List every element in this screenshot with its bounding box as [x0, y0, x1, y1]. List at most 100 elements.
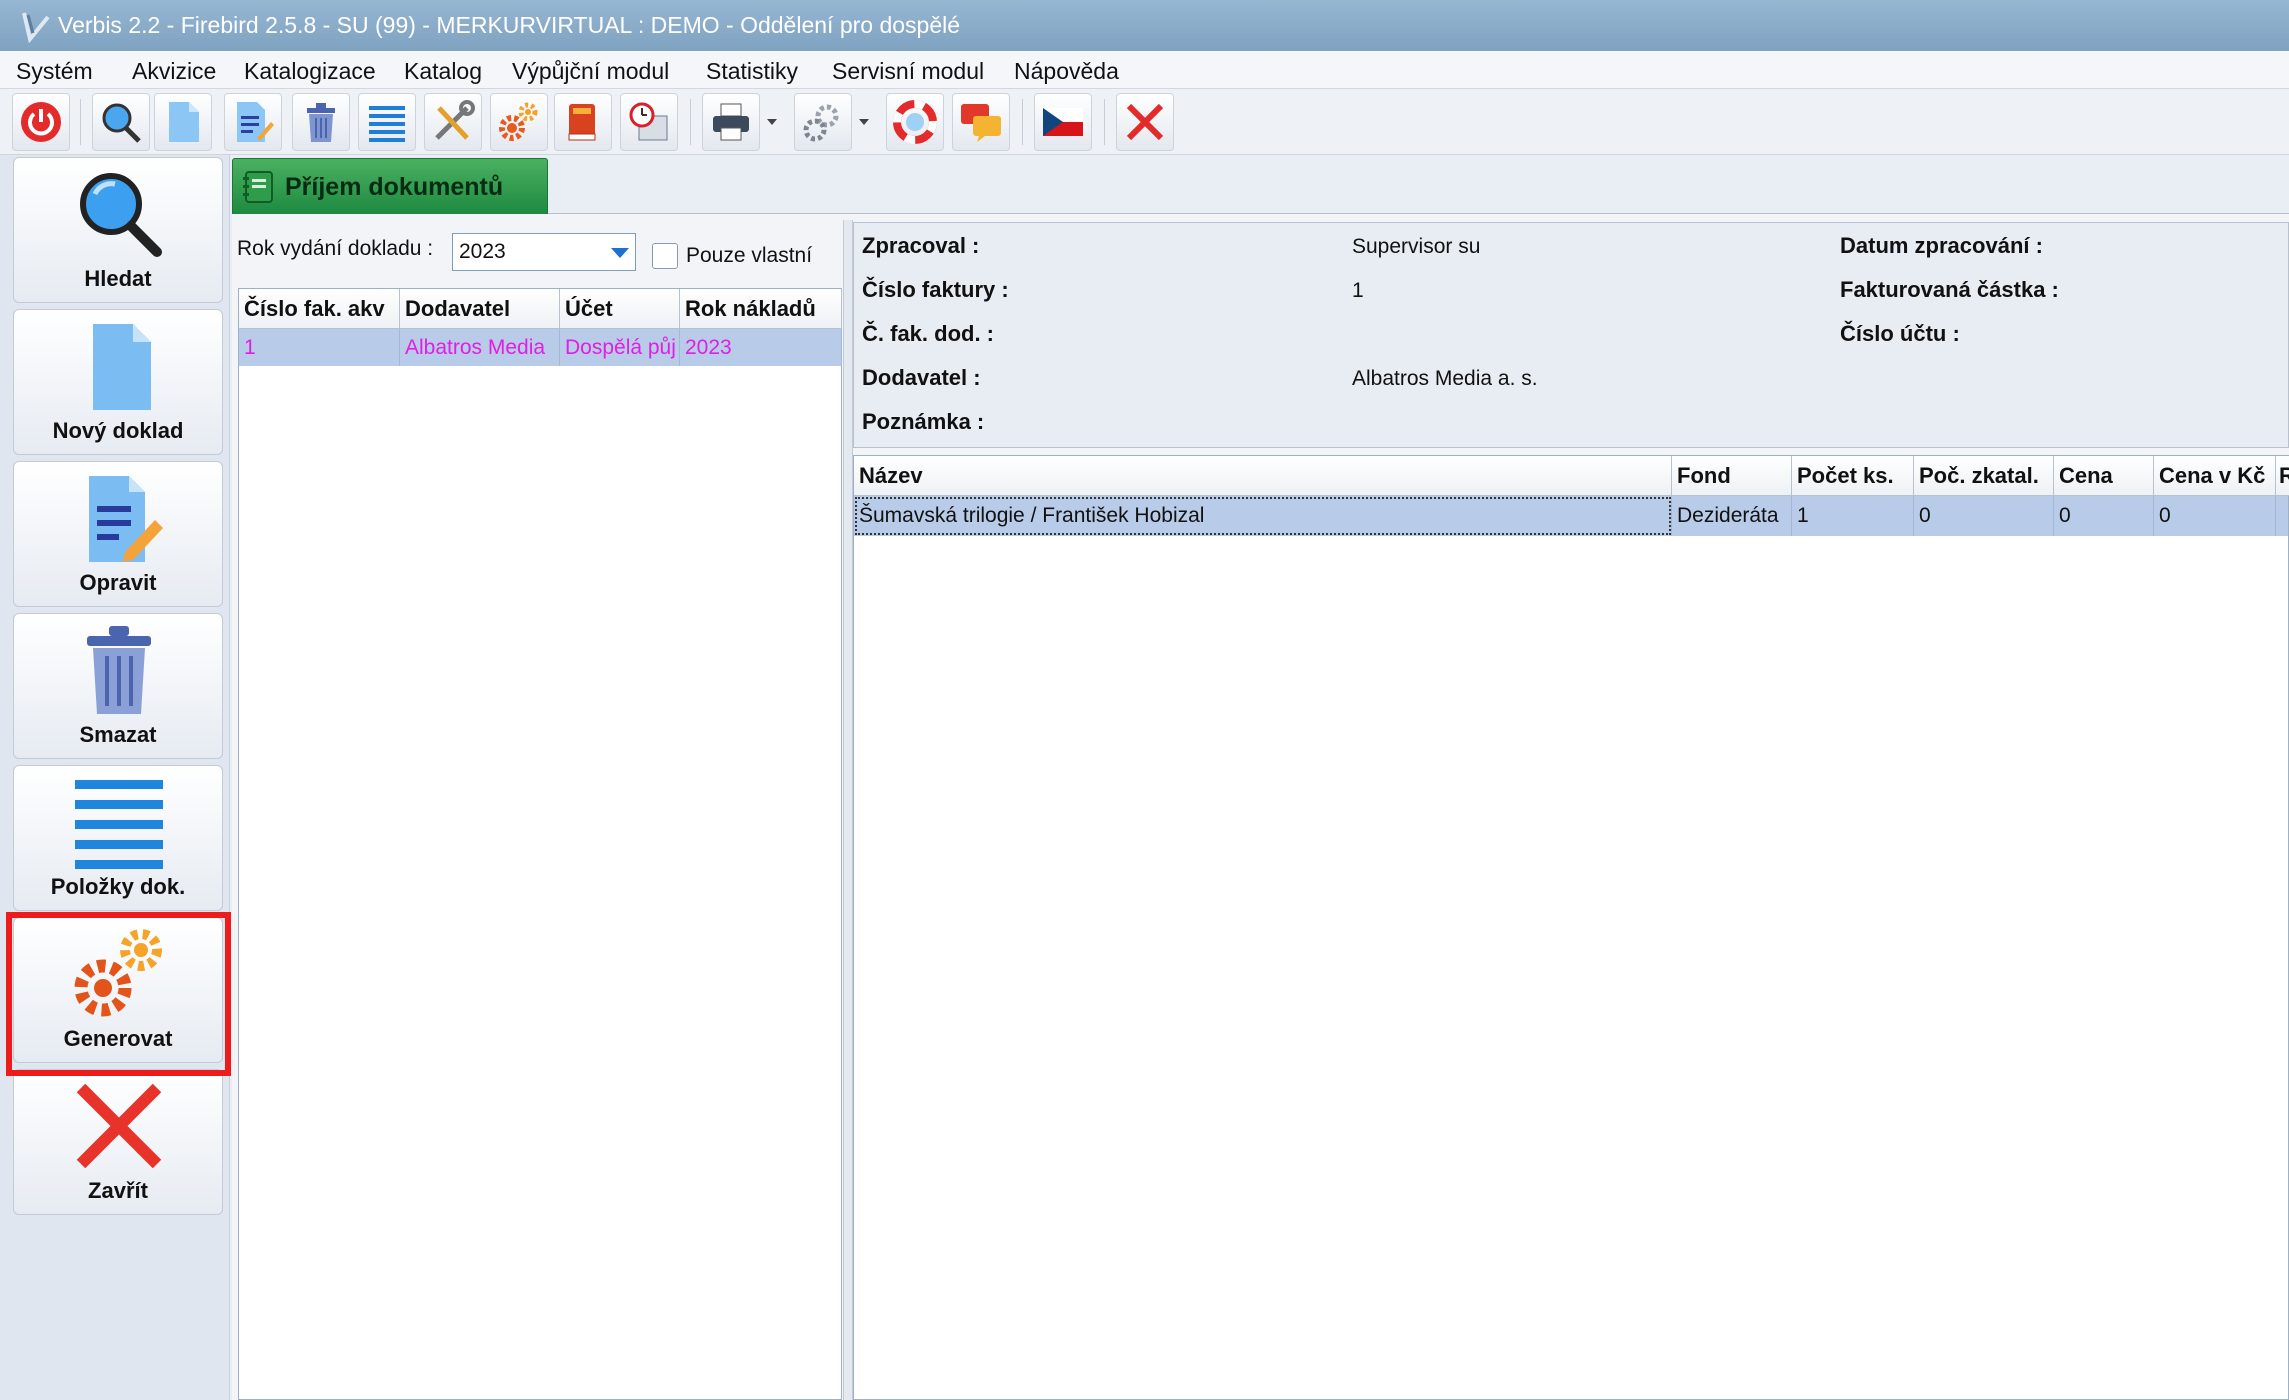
settings-gear-icon — [803, 104, 839, 142]
menu-acquisition[interactable]: Akvizice — [132, 51, 216, 89]
column-header-catalogued[interactable]: Poč. zkatal. — [1914, 456, 2054, 496]
invoice-number-value: 1 — [1352, 279, 1364, 302]
own-only-checkbox[interactable] — [652, 243, 678, 269]
document-items-table: Název Fond Počet ks. Poč. zkatal. Cena C… — [853, 455, 2289, 1400]
menu-loans[interactable]: Výpůjční modul — [512, 51, 669, 89]
column-header-account[interactable]: Účet — [560, 289, 680, 329]
table-row[interactable]: Šumavská trilogie / František Hobizal De… — [854, 496, 2288, 536]
toolbar-power-button[interactable] — [12, 93, 70, 151]
sidebar-delete-label: Smazat — [79, 722, 157, 747]
cell-supplier: Albatros Media — [400, 329, 560, 366]
invoice-table: Číslo fak. akv Dodavatel Účet Rok náklad… — [238, 288, 842, 1400]
notebook-icon — [243, 171, 273, 203]
title-bar: Verbis 2.2 - Firebird 2.5.8 - SU (99) - … — [0, 0, 2289, 51]
toolbar-settings-button[interactable] — [794, 93, 852, 151]
power-icon — [21, 102, 61, 142]
sidebar: Hledat Nový doklad Opravit Smazat Položk… — [0, 155, 230, 1400]
column-header-fund[interactable]: Fond — [1672, 456, 1792, 496]
panel-splitter[interactable] — [843, 220, 853, 1400]
processed-date-label: Datum zpracování : — [1840, 233, 2043, 258]
column-header-price-czk[interactable]: Cena v Kč — [2154, 456, 2276, 496]
tools-icon — [435, 100, 475, 140]
trash-icon — [307, 103, 335, 142]
cell-fund: Dezideráta — [1672, 496, 1792, 536]
menu-statistics[interactable]: Statistiky — [706, 51, 798, 89]
column-header-invoice-number[interactable]: Číslo fak. akv — [239, 289, 400, 329]
toolbar-close-button[interactable] — [1116, 93, 1174, 151]
sidebar-new-document-button[interactable]: Nový doklad — [13, 309, 223, 455]
supplier-invoice-label: Č. fak. dod. : — [862, 321, 994, 346]
edit-document-icon — [89, 476, 163, 562]
processed-by-label: Zpracoval : — [862, 233, 980, 258]
year-select-value: 2023 — [459, 240, 506, 263]
own-only-label: Pouze vlastní — [686, 244, 813, 267]
toolbar-tools-button[interactable] — [424, 93, 482, 151]
sidebar-close-button[interactable]: Zavřít — [13, 1069, 223, 1215]
chat-icon — [961, 104, 1001, 142]
menu-system[interactable]: Systém — [16, 51, 93, 89]
column-header-title[interactable]: Název — [854, 456, 1672, 496]
sidebar-items-label: Položky dok. — [50, 874, 186, 899]
table-row[interactable]: 1 Albatros Media Dospělá půj 2023 — [239, 329, 842, 366]
app-logo-icon — [22, 12, 50, 43]
sidebar-edit-label: Opravit — [79, 570, 157, 595]
cell-title: Šumavská trilogie / František Hobizal — [854, 496, 1672, 536]
sidebar-search-label: Hledat — [84, 266, 152, 291]
print-dropdown-button[interactable] — [762, 93, 782, 151]
edit-document-icon — [237, 102, 274, 142]
menu-catalog[interactable]: Katalog — [404, 51, 482, 89]
toolbar-messages-button[interactable] — [952, 93, 1010, 151]
toolbar-print-button[interactable] — [702, 93, 760, 151]
settings-dropdown-button[interactable] — [854, 93, 874, 151]
account-number-label: Číslo účtu : — [1840, 321, 1960, 346]
list-icon — [75, 780, 163, 869]
cell-account: Dospělá půj — [560, 329, 680, 366]
sidebar-delete-button[interactable]: Smazat — [13, 613, 223, 759]
sidebar-edit-button[interactable]: Opravit — [13, 461, 223, 607]
toolbar-help-button[interactable] — [886, 93, 944, 151]
menu-cataloguing[interactable]: Katalogizace — [244, 51, 376, 89]
toolbar-new-button[interactable] — [154, 93, 212, 151]
column-header-price[interactable]: Cena — [2054, 456, 2154, 496]
tab-label: Příjem dokumentů — [285, 173, 504, 201]
column-header-supplier[interactable]: Dodavatel — [400, 289, 560, 329]
toolbar-calendar-button[interactable] — [620, 93, 678, 151]
note-label: Poznámka : — [862, 409, 985, 434]
sidebar-new-document-label: Nový doklad — [52, 418, 184, 443]
toolbar-language-button[interactable] — [1034, 93, 1092, 151]
toolbar-edit-button[interactable] — [224, 93, 282, 151]
supplier-label: Dodavatel : — [862, 365, 981, 390]
processed-by-value: Supervisor su — [1352, 235, 1481, 258]
column-header-count[interactable]: Počet ks. — [1792, 456, 1914, 496]
new-document-icon — [169, 102, 199, 142]
sidebar-items-button[interactable]: Položky dok. — [13, 765, 223, 911]
menu-service[interactable]: Servisní modul — [832, 51, 984, 89]
calendar-clock-icon — [629, 102, 668, 141]
toolbar-generate-button[interactable] — [490, 93, 548, 151]
toolbar — [0, 89, 2289, 155]
cell-price: 0 — [2054, 496, 2154, 536]
new-document-icon — [93, 324, 151, 410]
sidebar-search-button[interactable]: Hledat — [13, 157, 223, 303]
menu-help[interactable]: Nápověda — [1014, 51, 1119, 89]
tab-document-receipt[interactable]: Příjem dokumentů — [232, 158, 548, 214]
invoice-number-label: Číslo faktury : — [862, 277, 1009, 302]
toolbar-book-button[interactable] — [554, 93, 612, 151]
toolbar-search-button[interactable] — [92, 93, 150, 151]
lifebuoy-icon — [893, 100, 937, 144]
window-title: Verbis 2.2 - Firebird 2.5.8 - SU (99) - … — [58, 12, 961, 38]
toolbar-items-button[interactable] — [358, 93, 416, 151]
invoiced-amount-label: Fakturovaná částka : — [1840, 277, 2059, 302]
column-header-cost-year[interactable]: Rok nákladů — [680, 289, 842, 329]
cell-count: 1 — [1792, 496, 1914, 536]
toolbar-delete-button[interactable] — [292, 93, 350, 151]
column-header-more[interactable]: R — [2276, 456, 2289, 496]
book-icon — [568, 104, 596, 141]
year-select[interactable]: 2023 — [452, 233, 636, 271]
gears-icon — [499, 102, 538, 141]
highlight-box — [6, 912, 231, 1076]
trash-icon — [87, 626, 151, 714]
cell-cost-year: 2023 — [680, 329, 842, 366]
chevron-down-icon — [611, 248, 629, 258]
search-icon — [102, 103, 141, 143]
